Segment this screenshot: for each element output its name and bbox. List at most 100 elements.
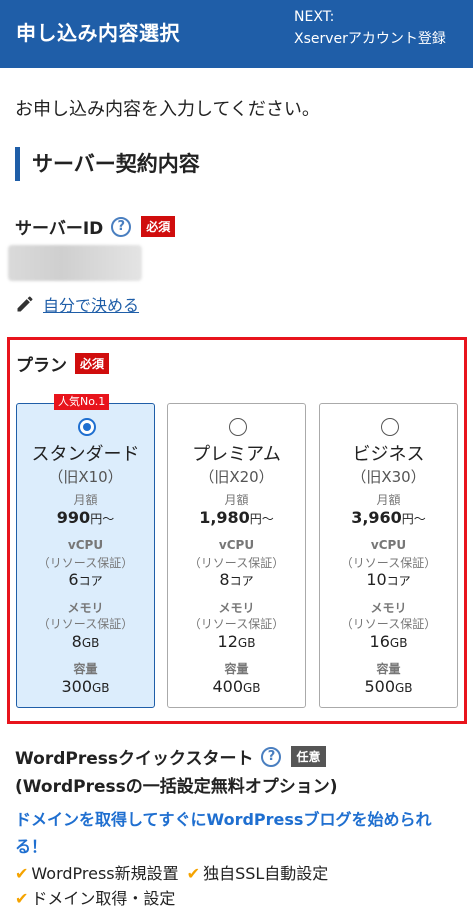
check-icon: ✔ xyxy=(186,864,201,883)
plan-radio[interactable] xyxy=(381,418,399,436)
page-title: 申し込み内容選択 xyxy=(16,21,180,45)
vcpu-number: 6 xyxy=(68,570,79,589)
custom-link-text: 自分で決める xyxy=(43,296,140,315)
pencil-icon xyxy=(17,296,33,312)
page-header: 申し込み内容選択 NEXT: Xserverアカウント登録 xyxy=(0,0,473,68)
storage-label: 容量 xyxy=(73,662,98,676)
plan-name: プレミアム xyxy=(192,444,281,465)
storage-value: 300GB xyxy=(17,677,154,696)
storage-label: 容量 xyxy=(376,662,401,676)
storage-label: 容量 xyxy=(224,662,249,676)
next-label: NEXT: xyxy=(294,9,335,25)
plan-card-business[interactable]: ビジネス （旧X30） 月額 3,960円〜 vCPU （リソース保証） 10コ… xyxy=(319,403,458,708)
vcpu-note: （リソース保証） xyxy=(188,556,285,570)
storage-value: 400GB xyxy=(168,677,305,696)
storage-unit: GB xyxy=(395,681,413,695)
price-label: 月額 xyxy=(73,493,98,507)
vcpu-note: （リソース保証） xyxy=(37,556,134,570)
optional-badge: 任意 xyxy=(291,746,326,767)
memory-note: （リソース保証） xyxy=(188,617,285,631)
plan-price: 1,980円〜 xyxy=(168,508,305,527)
feature-list: ✔ WordPress新規設置 ✔ 独自SSL自動設定 ✔ ドメイン取得・設定 xyxy=(15,861,465,911)
vcpu-label: vCPU xyxy=(67,538,104,552)
required-badge: 必須 xyxy=(141,216,176,237)
plan-label: プラン xyxy=(16,356,67,376)
storage-unit: GB xyxy=(92,681,110,695)
memory-value: 8GB xyxy=(17,632,154,651)
plan-old-name: （旧X10） xyxy=(48,468,123,486)
memory-unit: GB xyxy=(237,636,256,650)
memory-number: 8 xyxy=(71,632,82,651)
wordpress-subtitle: (WordPressの一括設定無料オプション) xyxy=(15,777,338,797)
storage-value: 500GB xyxy=(320,677,457,696)
vcpu-unit: コア xyxy=(229,574,254,588)
wordpress-description: ドメインを取得してすぐにWordPressブログを始められる！ xyxy=(15,810,432,856)
help-icon[interactable]: ? xyxy=(111,216,132,237)
vcpu-number: 10 xyxy=(366,570,387,589)
plan-card-standard[interactable]: スタンダード （旧X10） 月額 990円〜 vCPU （リソース保証） 6コア… xyxy=(16,403,155,708)
price-label: 月額 xyxy=(376,493,401,507)
plan-old-name: （旧X20） xyxy=(199,468,274,486)
memory-number: 16 xyxy=(369,632,390,651)
next-step-link[interactable]: NEXT: Xserverアカウント登録 xyxy=(294,6,446,50)
feature-item: ✔ ドメイン取得・設定 xyxy=(15,886,175,911)
feature-text: WordPress新規設置 xyxy=(31,864,179,883)
plan-label-row: プラン 必須 xyxy=(16,351,110,376)
memory-number: 12 xyxy=(217,632,238,651)
custom-server-id-link[interactable]: 自分で決める xyxy=(15,292,139,316)
price-value: 1,980 xyxy=(199,508,250,527)
vcpu-value: 10コア xyxy=(320,570,457,589)
memory-label: メモリ xyxy=(218,601,255,615)
popular-badge: 人気No.1 xyxy=(54,394,110,410)
intro-text: お申し込み内容を入力してください。 xyxy=(15,99,320,120)
vcpu-unit: コア xyxy=(78,574,103,588)
price-value: 3,960 xyxy=(351,508,402,527)
memory-note: （リソース保証） xyxy=(340,617,437,631)
vcpu-value: 8コア xyxy=(168,570,305,589)
plan-name: スタンダード xyxy=(31,444,140,465)
price-label: 月額 xyxy=(224,493,249,507)
memory-label: メモリ xyxy=(67,601,104,615)
price-value: 990 xyxy=(56,508,91,527)
memory-value: 12GB xyxy=(168,632,305,651)
price-unit: 円〜 xyxy=(90,512,115,526)
wordpress-title: WordPressクイックスタート xyxy=(15,749,254,769)
plan-price: 3,960円〜 xyxy=(320,508,457,527)
vcpu-unit: コア xyxy=(386,574,411,588)
feature-item: ✔ 独自SSL自動設定 xyxy=(187,861,329,886)
vcpu-value: 6コア xyxy=(17,570,154,589)
plan-radio[interactable] xyxy=(78,418,96,436)
feature-text: 独自SSL自動設定 xyxy=(203,864,329,883)
memory-note: （リソース保証） xyxy=(37,617,134,631)
server-id-label-row: サーバーID ? 必須 xyxy=(15,214,176,239)
vcpu-number: 8 xyxy=(219,570,230,589)
feature-item: ✔ WordPress新規設置 xyxy=(15,861,179,886)
vcpu-label: vCPU xyxy=(218,538,255,552)
memory-unit: GB xyxy=(389,636,408,650)
plan-card-premium[interactable]: プレミアム （旧X20） 月額 1,980円〜 vCPU （リソース保証） 8コ… xyxy=(167,403,306,708)
vcpu-label: vCPU xyxy=(370,538,407,552)
section-title: サーバー契約内容 xyxy=(15,147,200,181)
memory-unit: GB xyxy=(81,636,100,650)
server-id-value xyxy=(8,245,142,281)
plan-radio[interactable] xyxy=(229,418,247,436)
feature-text: ドメイン取得・設定 xyxy=(31,889,176,908)
storage-number: 400 xyxy=(212,677,243,696)
price-unit: 円〜 xyxy=(401,512,426,526)
price-unit: 円〜 xyxy=(249,512,274,526)
next-step-name: Xserverアカウント登録 xyxy=(294,31,446,47)
check-icon: ✔ xyxy=(15,864,29,883)
vcpu-note: （リソース保証） xyxy=(340,556,437,570)
help-icon[interactable]: ? xyxy=(261,746,282,767)
storage-number: 300 xyxy=(61,677,92,696)
check-icon: ✔ xyxy=(15,889,29,908)
required-badge: 必須 xyxy=(75,353,110,374)
plan-name: ビジネス xyxy=(352,444,425,465)
memory-label: メモリ xyxy=(370,601,407,615)
memory-value: 16GB xyxy=(320,632,457,651)
wordpress-title-row: WordPressクイックスタート ? 任意 xyxy=(15,744,326,769)
storage-unit: GB xyxy=(243,681,261,695)
plan-price: 990円〜 xyxy=(17,508,154,527)
server-id-label: サーバーID xyxy=(15,219,104,239)
storage-number: 500 xyxy=(364,677,395,696)
